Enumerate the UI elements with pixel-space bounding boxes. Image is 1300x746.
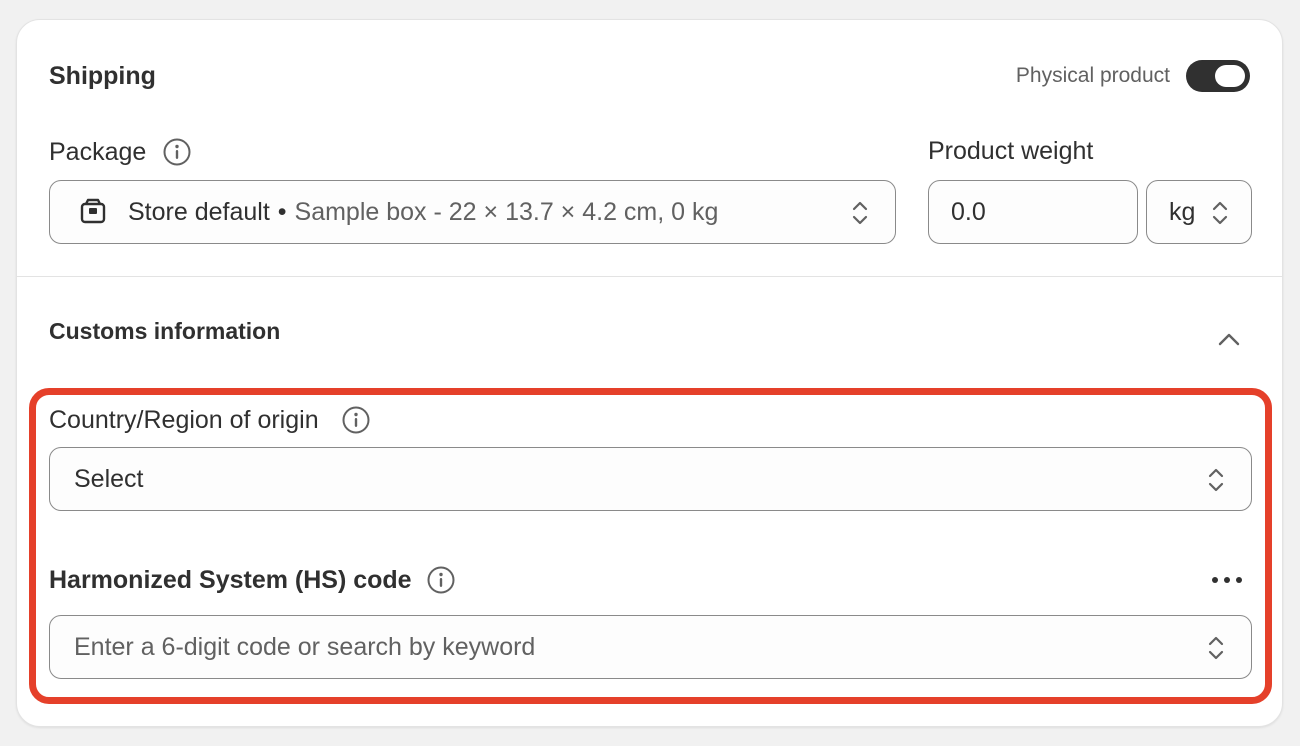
country-origin-select[interactable]: Select: [49, 447, 1252, 511]
physical-product-label: Physical product: [1015, 64, 1170, 87]
product-weight-input[interactable]: [928, 180, 1138, 244]
weight-label-row: Product weight: [928, 137, 1093, 166]
package-select[interactable]: Store default • Sample box - 22 × 13.7 ×…: [49, 180, 896, 244]
more-horizontal-icon[interactable]: [1210, 575, 1244, 585]
package-separator: •: [277, 197, 287, 226]
hs-code-input[interactable]: Enter a 6-digit code or search by keywor…: [49, 615, 1252, 679]
country-label-row: Country/Region of origin: [49, 405, 371, 435]
package-label-row: Package: [49, 137, 192, 167]
toggle-knob: [1215, 65, 1245, 87]
weight-unit-value: kg: [1169, 197, 1196, 226]
info-icon[interactable]: [426, 565, 456, 595]
physical-product-control: Physical product: [1016, 60, 1250, 92]
country-origin-value: Select: [74, 464, 144, 493]
chevron-up-icon[interactable]: [1216, 330, 1242, 348]
package-label: Package: [49, 137, 147, 166]
hs-label-row: Harmonized System (HS) code: [49, 565, 456, 595]
customs-title: Customs information: [49, 318, 281, 344]
hs-code-placeholder: Enter a 6-digit code or search by keywor…: [74, 632, 536, 661]
shipping-title: Shipping: [49, 62, 156, 90]
country-origin-label: Country/Region of origin: [49, 405, 319, 434]
select-arrows-icon: [1205, 466, 1227, 494]
shipping-card: Shipping Physical product Package Store …: [16, 19, 1283, 727]
info-icon[interactable]: [341, 405, 371, 435]
product-weight-label: Product weight: [928, 137, 1094, 165]
select-arrows-icon: [1205, 634, 1227, 662]
weight-unit-select[interactable]: kg: [1146, 180, 1252, 244]
package-icon: [78, 197, 108, 227]
select-arrows-icon: [1209, 199, 1231, 227]
package-details: Sample box - 22 × 13.7 × 4.2 cm, 0 kg: [294, 197, 719, 226]
section-divider: [17, 276, 1282, 277]
physical-product-toggle[interactable]: [1186, 60, 1250, 92]
info-icon[interactable]: [162, 137, 192, 167]
select-arrows-icon: [849, 199, 871, 227]
hs-code-label: Harmonized System (HS) code: [49, 565, 412, 594]
package-name: Store default: [128, 197, 270, 226]
